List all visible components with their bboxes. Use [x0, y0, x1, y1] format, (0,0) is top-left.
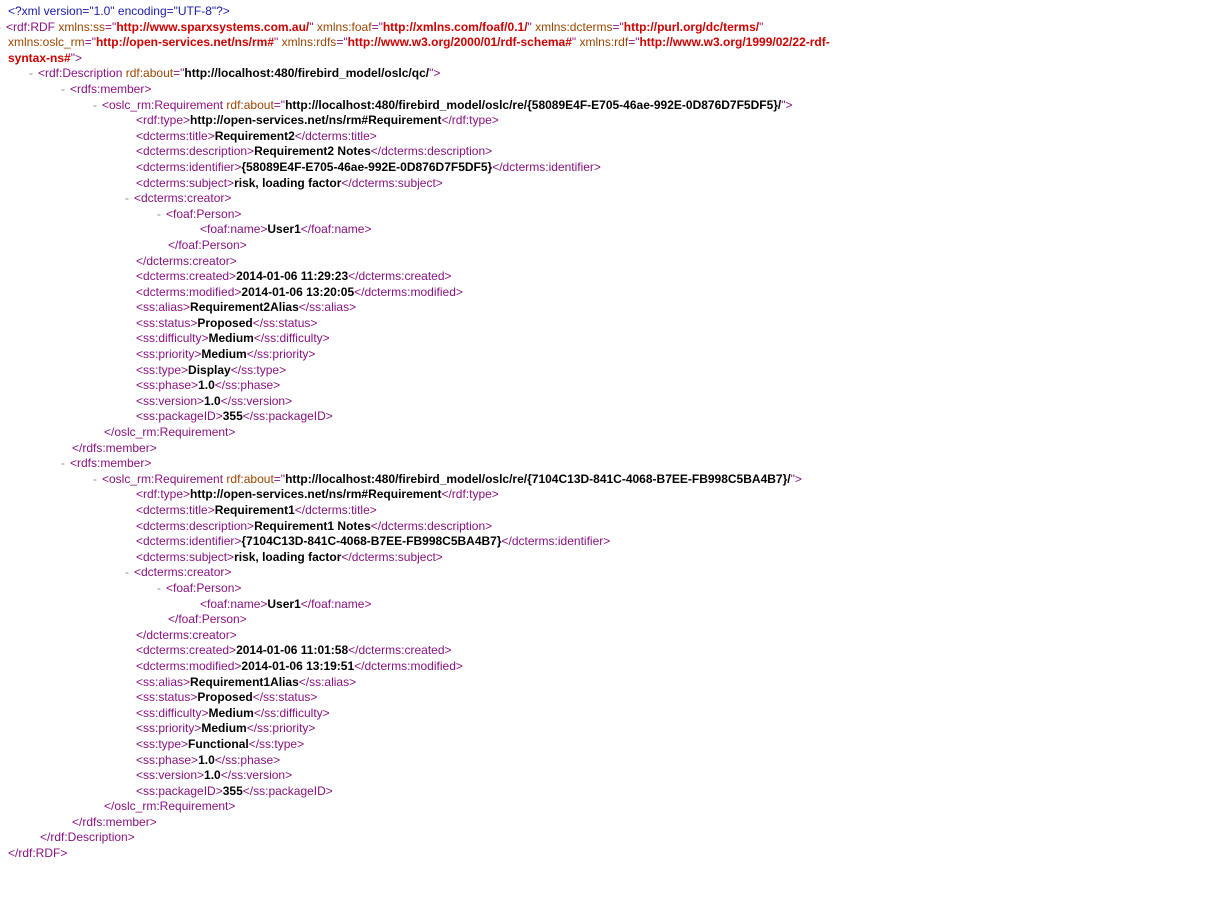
xml-line[interactable]: <dcterms:modified>2014-01-06 13:19:51</d…: [8, 659, 1199, 675]
collapse-toggle-icon[interactable]: -: [88, 472, 102, 488]
xml-line[interactable]: <ss:difficulty>Medium</ss:difficulty>: [8, 706, 1199, 722]
xml-line[interactable]: </oslc_rm:Requirement>: [8, 425, 1199, 441]
xml-line[interactable]: <ss:phase>1.0</ss:phase>: [8, 753, 1199, 769]
xml-line[interactable]: <ss:difficulty>Medium</ss:difficulty>: [8, 331, 1199, 347]
xml-line[interactable]: <rdf:type>http://open-services.net/ns/rm…: [8, 113, 1199, 129]
xml-line[interactable]: <ss:type>Display</ss:type>: [8, 363, 1199, 379]
xml-line[interactable]: </foaf:Person>: [8, 238, 1199, 254]
xml-line[interactable]: <ss:phase>1.0</ss:phase>: [8, 378, 1199, 394]
xml-line[interactable]: -<oslc_rm:Requirement rdf:about="http://…: [8, 98, 1199, 114]
xml-line[interactable]: -<foaf:Person>: [8, 207, 1199, 223]
xml-line[interactable]: </rdf:Description>: [8, 830, 1199, 846]
xml-line[interactable]: <?xml version="1.0" encoding="UTF-8"?>: [8, 4, 1199, 20]
xml-line[interactable]: -<rdf:Description rdf:about="http://loca…: [8, 66, 1199, 82]
xml-line[interactable]: -<rdfs:member>: [8, 456, 1199, 472]
xml-line[interactable]: <ss:alias>Requirement1Alias</ss:alias>: [8, 675, 1199, 691]
xml-line[interactable]: </oslc_rm:Requirement>: [8, 799, 1199, 815]
xml-line[interactable]: </dcterms:creator>: [8, 628, 1199, 644]
xml-line[interactable]: <foaf:name>User1</foaf:name>: [8, 597, 1199, 613]
collapse-toggle-icon[interactable]: -: [56, 82, 70, 98]
xml-line[interactable]: <dcterms:title>Requirement2</dcterms:tit…: [8, 129, 1199, 145]
xml-line[interactable]: <ss:priority>Medium</ss:priority>: [8, 721, 1199, 737]
xml-line[interactable]: <rdf:type>http://open-services.net/ns/rm…: [8, 487, 1199, 503]
xml-line[interactable]: <dcterms:identifier>{7104C13D-841C-4068-…: [8, 534, 1199, 550]
xml-line[interactable]: <dcterms:created>2014-01-06 11:29:23</dc…: [8, 269, 1199, 285]
xml-line[interactable]: -<dcterms:creator>: [8, 191, 1199, 207]
xml-line[interactable]: <ss:version>1.0</ss:version>: [8, 394, 1199, 410]
xml-line[interactable]: <dcterms:subject>risk, loading factor</d…: [8, 550, 1199, 566]
xml-line[interactable]: <dcterms:title>Requirement1</dcterms:tit…: [8, 503, 1199, 519]
collapse-toggle-icon[interactable]: -: [120, 565, 134, 581]
xml-line[interactable]: <ss:type>Functional</ss:type>: [8, 737, 1199, 753]
xml-line[interactable]: syntax-ns#">: [8, 51, 1199, 67]
xml-line[interactable]: <dcterms:description>Requirement1 Notes<…: [8, 519, 1199, 535]
xml-line[interactable]: -<rdf:RDF xmlns:ss="http://www.sparxsyst…: [8, 20, 1199, 36]
xml-line[interactable]: <ss:packageID>355</ss:packageID>: [8, 409, 1199, 425]
xml-line[interactable]: <ss:status>Proposed</ss:status>: [8, 690, 1199, 706]
xml-line[interactable]: -<dcterms:creator>: [8, 565, 1199, 581]
xml-line[interactable]: <dcterms:subject>risk, loading factor</d…: [8, 176, 1199, 192]
xml-line[interactable]: <ss:version>1.0</ss:version>: [8, 768, 1199, 784]
collapse-toggle-icon[interactable]: -: [24, 66, 38, 82]
xml-line[interactable]: <ss:alias>Requirement2Alias</ss:alias>: [8, 300, 1199, 316]
xml-line[interactable]: </rdf:RDF>: [8, 846, 1199, 862]
xml-line[interactable]: <ss:priority>Medium</ss:priority>: [8, 347, 1199, 363]
xml-line[interactable]: <ss:status>Proposed</ss:status>: [8, 316, 1199, 332]
xml-line[interactable]: <ss:packageID>355</ss:packageID>: [8, 784, 1199, 800]
collapse-toggle-icon[interactable]: -: [152, 207, 166, 223]
xml-line[interactable]: -<oslc_rm:Requirement rdf:about="http://…: [8, 472, 1199, 488]
xml-line[interactable]: -<rdfs:member>: [8, 82, 1199, 98]
collapse-toggle-icon[interactable]: -: [152, 581, 166, 597]
xml-line[interactable]: </rdfs:member>: [8, 441, 1199, 457]
collapse-toggle-icon[interactable]: -: [56, 456, 70, 472]
xml-line[interactable]: <dcterms:identifier>{58089E4F-E705-46ae-…: [8, 160, 1199, 176]
xml-line[interactable]: </foaf:Person>: [8, 612, 1199, 628]
xml-line[interactable]: </rdfs:member>: [8, 815, 1199, 831]
xml-line[interactable]: <dcterms:created>2014-01-06 11:01:58</dc…: [8, 643, 1199, 659]
xml-line[interactable]: </dcterms:creator>: [8, 254, 1199, 270]
xml-tree-view: <?xml version="1.0" encoding="UTF-8"?>-<…: [8, 4, 1199, 862]
xml-line[interactable]: xmlns:oslc_rm="http://open-services.net/…: [8, 35, 1199, 51]
collapse-toggle-icon[interactable]: -: [120, 191, 134, 207]
collapse-toggle-icon[interactable]: -: [88, 98, 102, 114]
xml-line[interactable]: <dcterms:description>Requirement2 Notes<…: [8, 144, 1199, 160]
xml-line[interactable]: <dcterms:modified>2014-01-06 13:20:05</d…: [8, 285, 1199, 301]
xml-line[interactable]: <foaf:name>User1</foaf:name>: [8, 222, 1199, 238]
xml-line[interactable]: -<foaf:Person>: [8, 581, 1199, 597]
